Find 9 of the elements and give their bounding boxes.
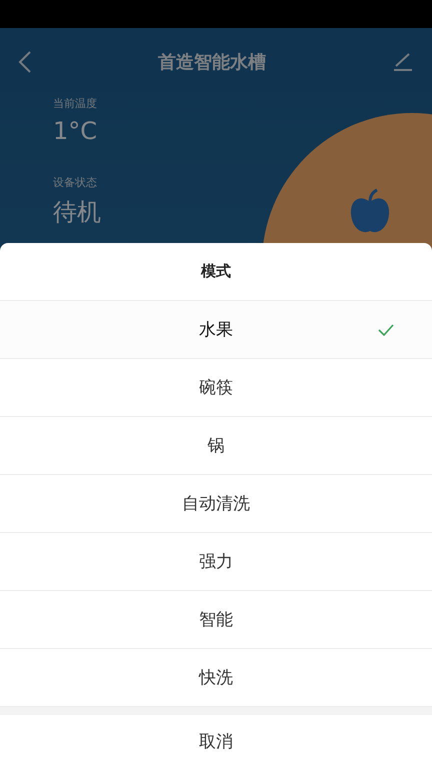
page-title: 首造智能水槽	[158, 51, 266, 74]
stat-value: 1°C	[53, 117, 98, 145]
stat-label: 当前温度	[53, 96, 97, 111]
sheet-title: 模式	[201, 262, 231, 281]
back-icon[interactable]	[18, 51, 32, 73]
check-icon	[378, 324, 394, 336]
edit-icon[interactable]	[392, 52, 414, 72]
stat-value: 待机	[53, 197, 101, 228]
stat-label: 设备状态	[53, 175, 97, 190]
